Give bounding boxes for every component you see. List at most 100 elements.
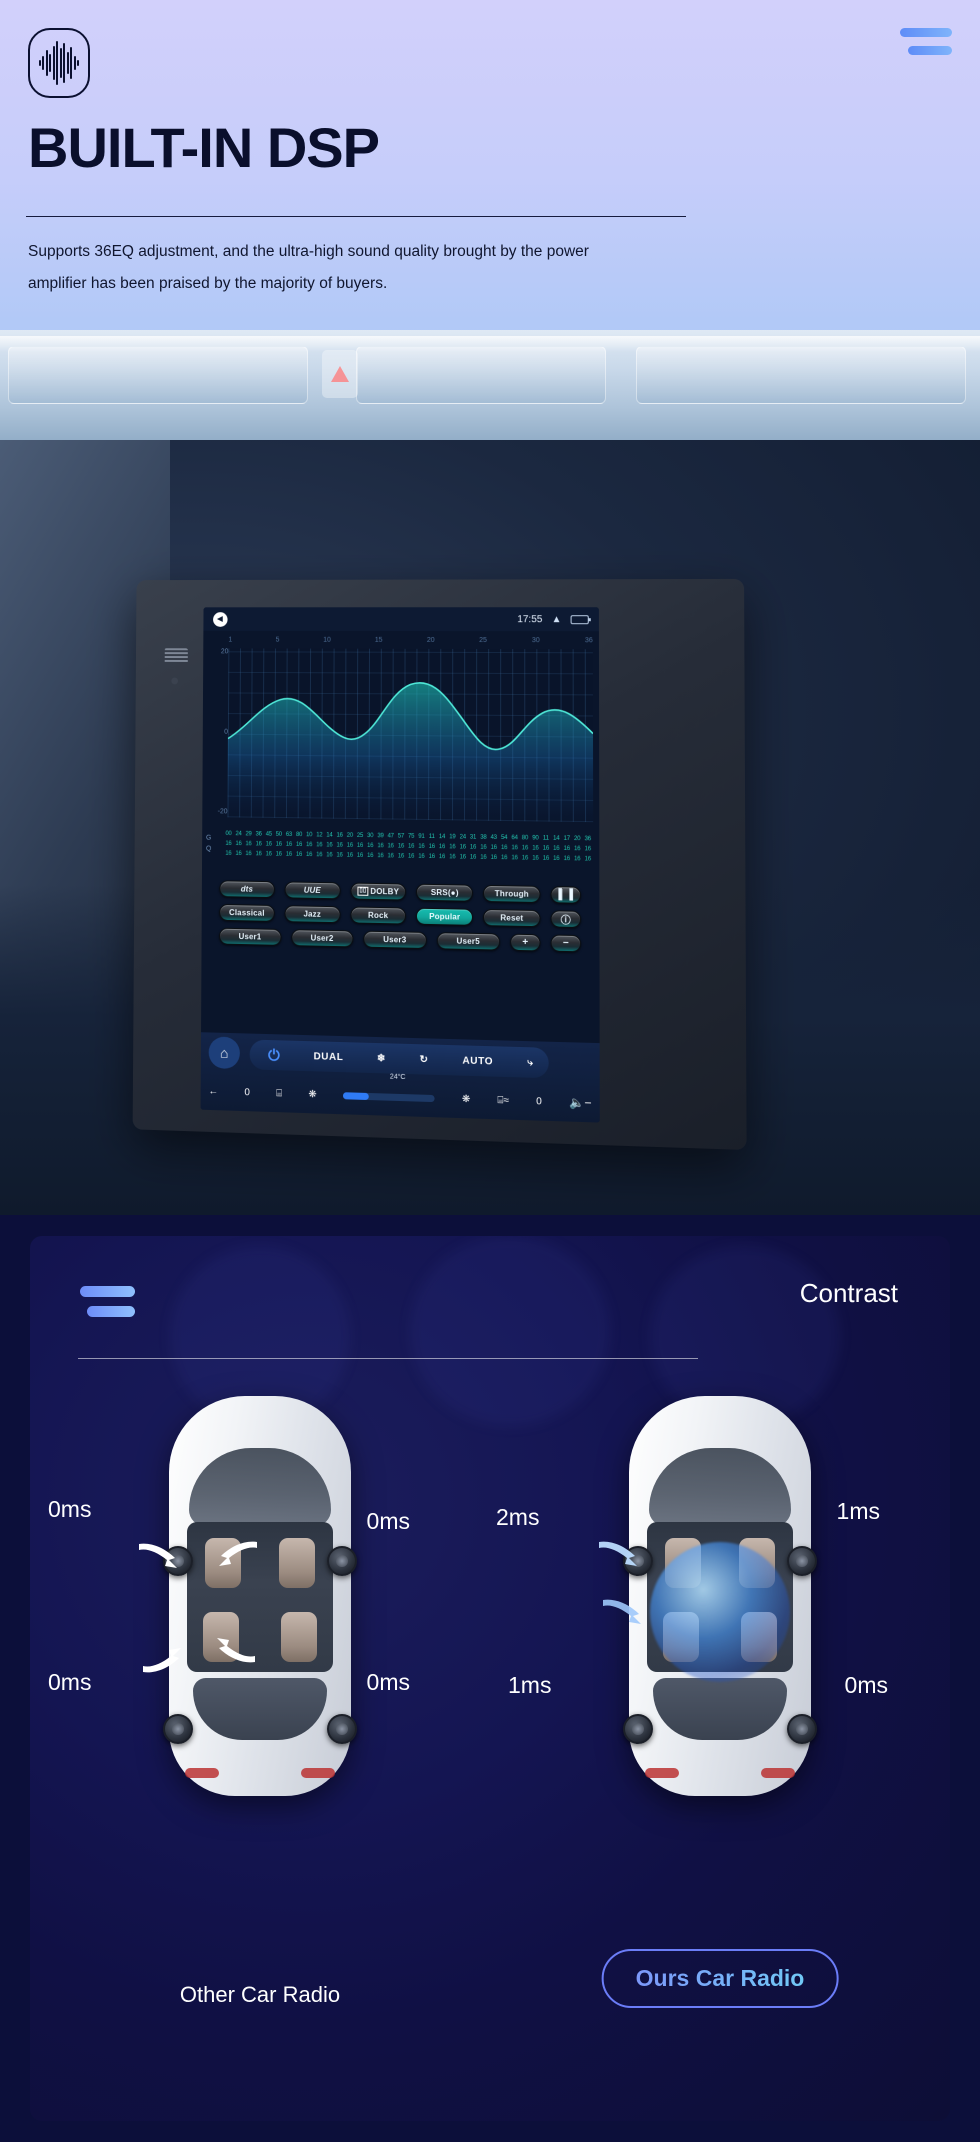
band-frequency-value: 54	[500, 834, 508, 842]
car-taillight	[301, 1768, 335, 1778]
plus-icon[interactable]: +	[510, 933, 541, 952]
sound-arrow-icon	[219, 1541, 257, 1566]
info-icon[interactable]: ⓘ	[550, 910, 582, 929]
heated-seat-icon[interactable]: ⌸≈	[497, 1094, 509, 1106]
speaker-front-right-icon	[327, 1546, 357, 1576]
band-gain-value: 16	[316, 842, 323, 849]
band-gain-value: 16	[397, 843, 405, 850]
chevron-up-icon[interactable]: ▲	[551, 614, 561, 625]
speaker-rear-left-icon	[623, 1714, 653, 1744]
auto-label[interactable]: AUTO	[462, 1055, 493, 1067]
dashboard-vent-right	[636, 346, 966, 404]
right-temp-value[interactable]: 0	[536, 1096, 542, 1107]
preset-uue-button[interactable]: UUE	[284, 881, 341, 900]
preset-user5-button[interactable]: User5	[436, 932, 501, 951]
band-q-value: 16	[500, 855, 508, 862]
volume-down-icon[interactable]: 🔈−	[569, 1095, 591, 1110]
other-car-radio-label: Other Car Radio	[179, 1982, 341, 2007]
preset-classical-button[interactable]: Classical	[219, 903, 275, 922]
band-frequency-value: 20	[574, 836, 581, 843]
fan-high-icon[interactable]: ❋	[462, 1093, 470, 1104]
band-gain-value: 16	[336, 842, 343, 849]
preset-user3-button[interactable]: User3	[363, 930, 427, 949]
snowflake-icon[interactable]: ❄	[377, 1053, 386, 1064]
band-frequency-value: 12	[316, 832, 323, 839]
left-temp-value[interactable]: 0	[244, 1087, 249, 1098]
power-icon[interactable]: ⏻	[268, 1047, 280, 1064]
band-q-value: 16	[245, 851, 252, 858]
equalizer-band-values: G Q 00 24 29 36 45 50 63 80 10 12 14 16 20 25 30 39 47 57…	[201, 826, 600, 879]
eq-x-tick: 36	[584, 637, 593, 645]
eq-x-tick: 15	[374, 636, 383, 644]
eq-y-tick: -20	[217, 808, 228, 816]
band-q-value: 16	[532, 855, 539, 862]
band-frequency-value: 31	[469, 834, 477, 841]
hamburger-icon[interactable]	[890, 28, 952, 64]
car-taillight	[645, 1768, 679, 1778]
band-frequency-value: 11	[542, 835, 549, 842]
band-q-value: 16	[511, 855, 518, 862]
preset-dolby-button[interactable]: ▯▯ DOLBY	[350, 882, 407, 901]
band-gain-value: 16	[511, 845, 518, 852]
preset-user1-button[interactable]: User1	[219, 927, 282, 946]
preset-through-button[interactable]: Through	[483, 884, 541, 903]
speaker-mute-icon[interactable]	[213, 611, 228, 627]
band-gain-value: 16	[428, 843, 435, 851]
preset-user2-button[interactable]: User2	[290, 929, 354, 948]
band-gain-value: 16	[285, 841, 292, 848]
eq-y-tick: 20	[220, 648, 229, 656]
sound-arrow-icon	[143, 1648, 181, 1673]
band-gain-value: 16	[418, 843, 425, 850]
band-gain-value: 16	[245, 841, 252, 848]
minus-icon[interactable]: −	[550, 934, 582, 953]
q-label: Q	[205, 845, 212, 853]
band-q-value: 16	[438, 854, 446, 861]
air-recirculate-icon[interactable]: ↻	[420, 1054, 429, 1065]
ours-car-radio-label[interactable]: Ours Car Radio	[601, 1949, 839, 2008]
band-q-value: 16	[356, 852, 364, 859]
seat-icon[interactable]: ⌸	[276, 1088, 282, 1099]
speaker-rear-left-icon	[163, 1714, 193, 1744]
fan-low-icon[interactable]: ❋	[308, 1089, 316, 1100]
band-gain-value: 16	[449, 844, 456, 851]
band-gain-value: 16	[225, 840, 232, 847]
eq-x-tick: 20	[426, 636, 435, 644]
back-arrow-icon[interactable]: ←	[208, 1086, 218, 1097]
eq-x-tick: 1	[228, 636, 233, 644]
home-icon[interactable]: ⌂	[208, 1036, 240, 1070]
band-gain-value: 16	[275, 841, 282, 848]
band-q-value: 16	[346, 852, 353, 859]
band-frequency-value: 14	[326, 832, 333, 839]
hazard-light-button[interactable]	[322, 350, 358, 398]
surround-icon[interactable]: ▌▐	[550, 886, 582, 904]
equalizer-graph[interactable]: 1 5 10 15 20 25 30 36 20 0 -20	[202, 630, 600, 833]
preset-srs-button[interactable]: SRS (●)	[416, 883, 474, 902]
band-frequency-value: 19	[449, 834, 456, 841]
band-gain-value: 16	[255, 841, 262, 848]
band-gain-value: 16	[295, 841, 303, 848]
delay-rear-left-label: 0ms	[48, 1669, 92, 1695]
band-gain-value: 16	[306, 842, 313, 849]
band-q-value: 16	[225, 850, 232, 857]
band-frequency-value: 36	[255, 831, 262, 838]
hamburger-icon[interactable]	[80, 1286, 135, 1326]
band-frequency-value: 91	[418, 833, 425, 840]
band-q-value: 16	[306, 852, 313, 859]
preset-reset-button[interactable]: Reset	[483, 908, 541, 928]
defrost-icon[interactable]: ⤷	[527, 1057, 533, 1068]
band-gain-value: 16	[480, 844, 487, 851]
dual-label[interactable]: DUAL	[314, 1051, 344, 1063]
band-gain-value: 16	[490, 844, 497, 851]
preset-rock-button[interactable]: Rock	[350, 906, 407, 925]
sound-arrow-icon	[139, 1543, 177, 1568]
equalizer-curve-plot[interactable]	[227, 648, 594, 823]
preset-jazz-button[interactable]: Jazz	[284, 905, 341, 924]
band-q-value: 16	[326, 852, 333, 859]
preset-dts-button[interactable]: dts	[219, 880, 275, 899]
preset-popular-button[interactable]: Popular	[416, 907, 474, 926]
dsp-screen[interactable]: 17:55 ▲ 1 5 10 15 20 25 30 36 20 0 -20 G…	[200, 607, 600, 1123]
fan-speed-slider[interactable]	[343, 1091, 435, 1102]
band-gain-value: 16	[377, 843, 384, 850]
band-frequency-value: 64	[511, 835, 518, 842]
band-q-value: 16	[428, 853, 435, 861]
